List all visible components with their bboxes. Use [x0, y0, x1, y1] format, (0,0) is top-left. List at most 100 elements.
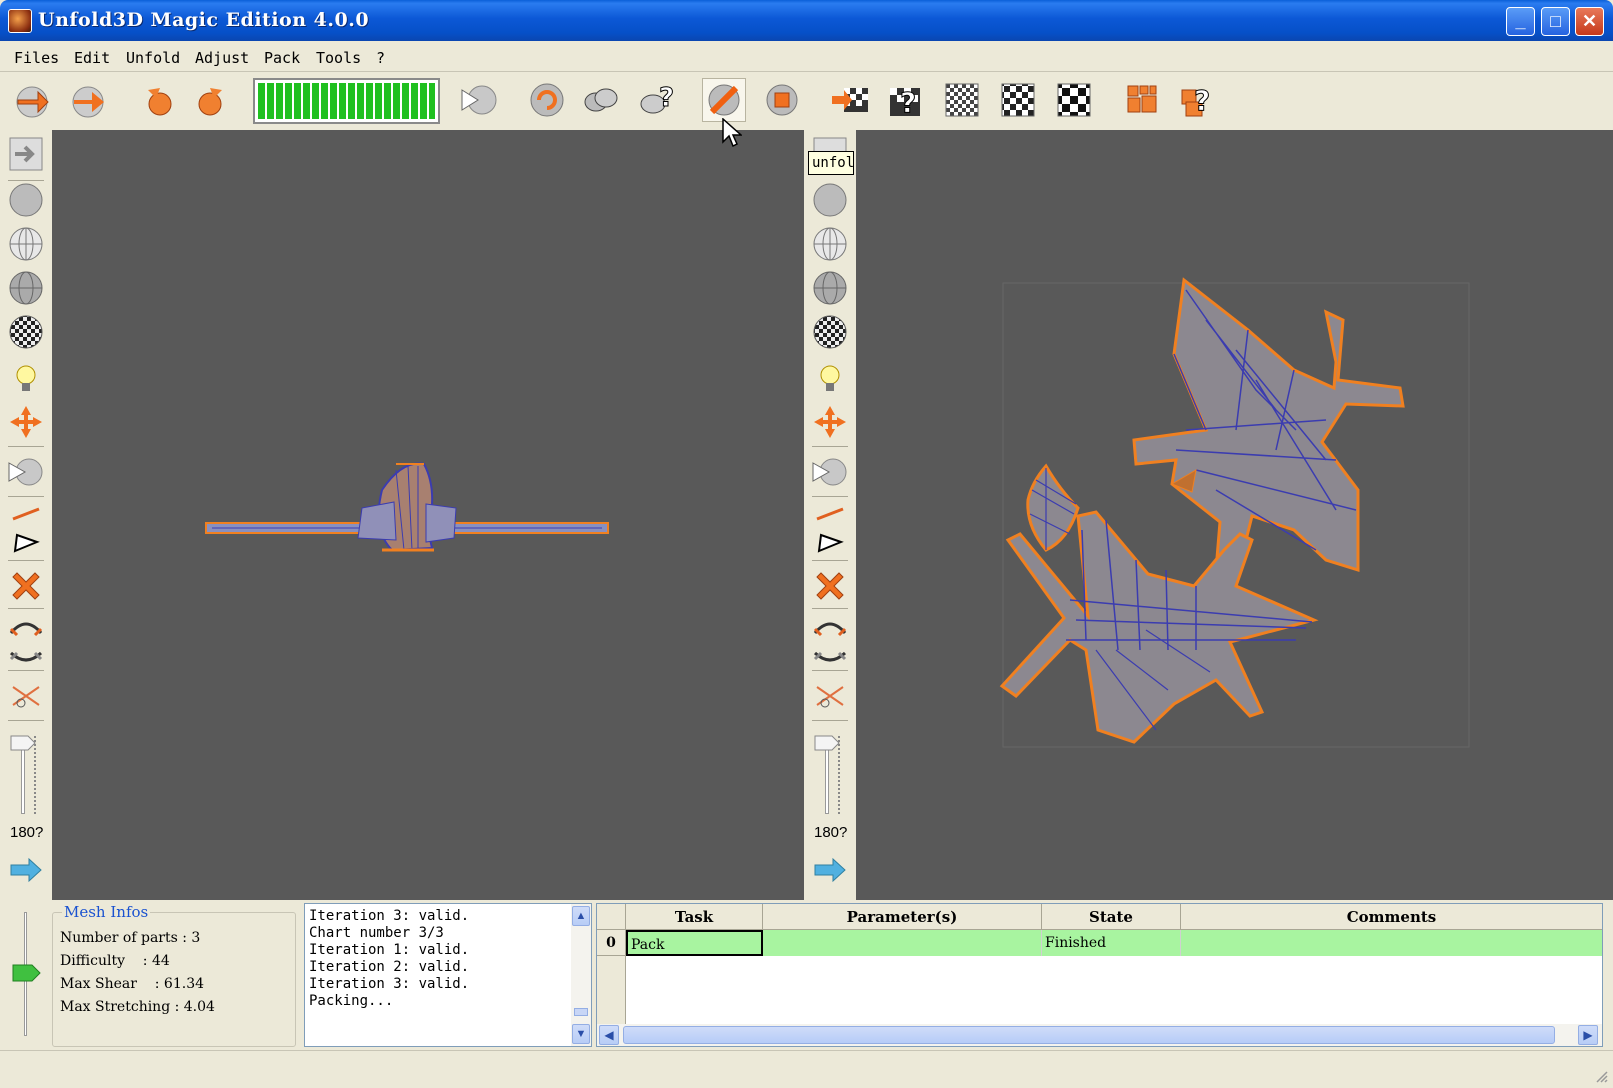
pack-button[interactable] [1120, 78, 1164, 122]
left-checker-button[interactable] [6, 312, 46, 352]
cut-button[interactable] [580, 78, 624, 122]
log-line: Iteration 3: valid. [309, 908, 470, 924]
left-export-button[interactable] [6, 850, 46, 890]
menu-adjust[interactable]: Adjust [195, 49, 249, 67]
rotate-left-button[interactable] [136, 78, 180, 122]
uv-viewport[interactable] [856, 130, 1613, 900]
cell-state[interactable]: Finished [1042, 930, 1181, 956]
scroll-left-icon[interactable]: ◀ [599, 1025, 619, 1045]
sphere-shaded-wire-icon [813, 271, 847, 305]
checker-small-button[interactable] [940, 78, 984, 122]
maximize-button[interactable]: □ [1541, 7, 1570, 36]
minimize-button[interactable]: _ [1506, 7, 1535, 36]
log-line: Iteration 3: valid. [309, 976, 470, 992]
col-header-comments[interactable]: Comments [1181, 904, 1602, 930]
checker-help-button[interactable]: ? [884, 78, 928, 122]
right-slider-thumb[interactable] [814, 735, 840, 751]
select-mode-icon [8, 458, 43, 486]
right-delete-button[interactable] [810, 566, 850, 606]
triangle-icon [817, 533, 844, 553]
left-slider-thumb[interactable] [10, 735, 36, 751]
right-view-toolbar: 180? [804, 130, 856, 900]
pack-help-button[interactable]: ? [1176, 78, 1220, 122]
checker-large-button[interactable] [1052, 78, 1096, 122]
left-shaded-wire-button[interactable] [6, 268, 46, 308]
title-bar[interactable]: Unfold3D Magic Edition 4.0.0 _ □ ✕ [0, 0, 1613, 41]
menu-edit[interactable]: Edit [74, 49, 110, 67]
scroll-up-icon[interactable]: ▲ [572, 906, 590, 926]
mesh-info-shear: Max Shear : 61.34 [60, 976, 205, 992]
table-scroll-thumb[interactable] [623, 1026, 1555, 1044]
menu-help[interactable]: ? [376, 49, 385, 67]
close-button[interactable]: ✕ [1575, 7, 1604, 36]
col-header-task[interactable]: Task [626, 904, 763, 930]
right-shaded-wire-button[interactable] [810, 268, 850, 308]
redo-button[interactable] [66, 78, 110, 122]
right-triangle-button[interactable] [810, 522, 850, 562]
left-shaded-button[interactable] [6, 180, 46, 220]
right-wireframe-button[interactable] [810, 224, 850, 264]
unfold-button[interactable] [702, 78, 746, 122]
select-mode-icon [812, 458, 847, 486]
help-mesh-button[interactable]: ? [635, 78, 679, 122]
move-arrows-icon [10, 406, 42, 438]
mesh-info-parts: Number of parts : 3 [60, 930, 201, 946]
delete-x-icon [816, 572, 844, 600]
col-header-state[interactable]: State [1042, 904, 1181, 930]
log-scrollbar[interactable]: ▲ ▼ [571, 904, 591, 1046]
refresh-icon [530, 83, 564, 117]
stop-button[interactable] [760, 78, 804, 122]
right-export-button[interactable] [810, 850, 850, 890]
right-checker-button[interactable] [810, 312, 850, 352]
row-number[interactable]: 0 [597, 930, 626, 956]
scroll-down-icon[interactable]: ▼ [572, 1024, 590, 1044]
right-shaded-button[interactable] [810, 180, 850, 220]
checker-help-icon: ? [890, 86, 920, 120]
pack-help-icon: ? [1181, 84, 1211, 118]
menu-tools[interactable]: Tools [316, 49, 361, 67]
col-header-parameters[interactable]: Parameter(s) [763, 904, 1042, 930]
resize-grip-icon[interactable] [1593, 1068, 1609, 1084]
table-hscrollbar[interactable]: ◀ ▶ [597, 1024, 1602, 1046]
svg-text:?: ? [1194, 84, 1210, 117]
left-triangle-button[interactable] [6, 522, 46, 562]
right-move-button[interactable] [810, 402, 850, 442]
left-move-button[interactable] [6, 402, 46, 442]
rotate-right-button[interactable] [190, 78, 234, 122]
undo-button[interactable] [10, 78, 54, 122]
checker-medium-button[interactable] [996, 78, 1040, 122]
left-delete-button[interactable] [6, 566, 46, 606]
3d-viewport[interactable] [52, 130, 804, 900]
minimize-icon: _ [1515, 11, 1526, 31]
main-zoom-thumb[interactable] [12, 964, 42, 982]
log-scroll-thumb[interactable] [574, 1008, 588, 1016]
move-arrows-icon [814, 406, 846, 438]
menu-pack[interactable]: Pack [264, 49, 300, 67]
log-line: Chart number 3/3 [309, 925, 444, 941]
right-light-button[interactable] [810, 358, 850, 398]
right-cut-button[interactable] [810, 676, 850, 716]
log-output[interactable]: Iteration 3: valid. Chart number 3/3 Ite… [304, 903, 592, 1047]
refresh-button[interactable] [525, 78, 569, 122]
sphere-shaded-wire-icon [9, 271, 43, 305]
left-light-button[interactable] [6, 358, 46, 398]
select-button[interactable] [458, 78, 502, 122]
right-select-button[interactable] [810, 452, 850, 492]
left-select-button[interactable] [6, 452, 46, 492]
triangle-icon [13, 533, 40, 553]
cell-parameters[interactable] [763, 930, 1042, 956]
checker-arrow-button[interactable] [828, 78, 872, 122]
cell-comments[interactable] [1181, 930, 1602, 956]
left-wireframe-button[interactable] [6, 224, 46, 264]
scroll-right-icon[interactable]: ▶ [1578, 1025, 1598, 1045]
import-icon [9, 137, 43, 171]
menu-files[interactable]: Files [14, 49, 59, 67]
menu-bar: Files Edit Unfold Adjust Pack Tools ? [0, 41, 1613, 72]
menu-unfold[interactable]: Unfold [126, 49, 180, 67]
left-import-button[interactable] [6, 134, 46, 174]
cell-task[interactable]: Pack [626, 930, 763, 956]
app-window: Unfold3D Magic Edition 4.0.0 _ □ ✕ Files… [0, 0, 1613, 1088]
export-arrow-icon [10, 857, 42, 883]
right-angle-label: 180? [814, 824, 848, 841]
left-cut-button[interactable] [6, 676, 46, 716]
